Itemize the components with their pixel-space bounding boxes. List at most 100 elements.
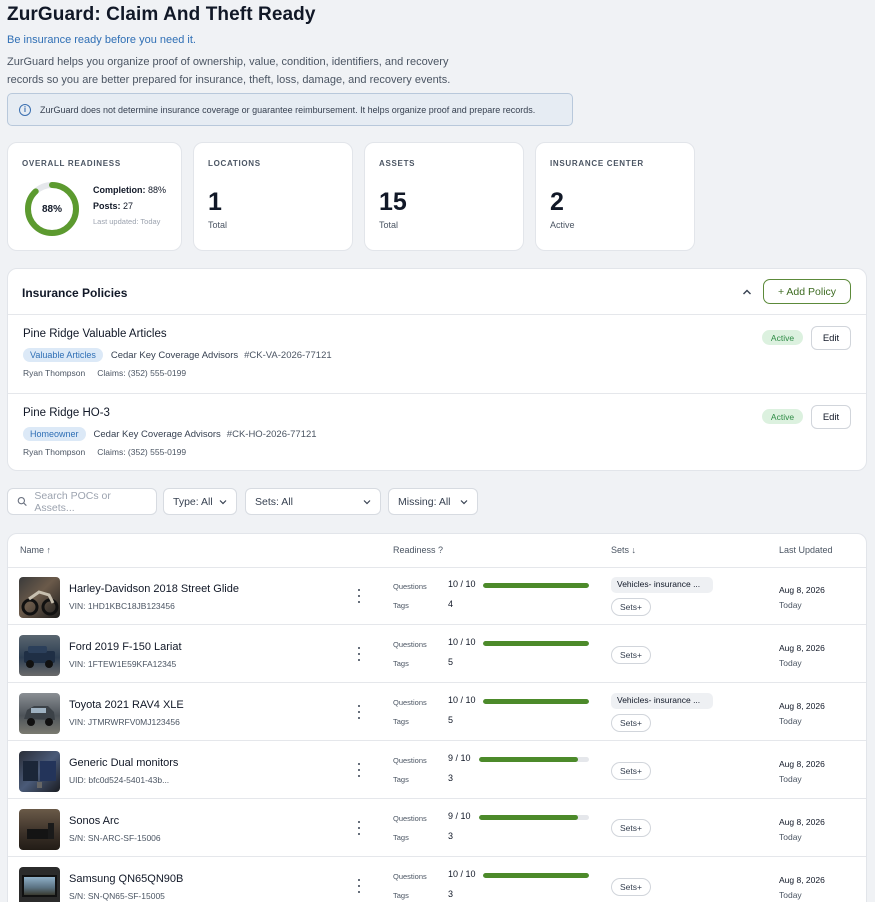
description-line: ZurGuard helps you organize proof of own… <box>7 56 449 68</box>
asset-identifier: S/N: SN-ARC-SF-15006 <box>69 833 161 843</box>
column-header-readiness[interactable]: Readiness ? <box>393 545 443 555</box>
more-options-icon[interactable] <box>354 587 364 605</box>
divider <box>8 314 866 315</box>
add-sets-button[interactable]: Sets+ <box>611 762 651 780</box>
type-filter[interactable]: Type: All <box>163 488 237 515</box>
more-options-icon[interactable] <box>354 761 364 779</box>
policy-agency: Cedar Key Coverage Advisors <box>93 428 221 440</box>
status-badge: Active <box>762 330 803 345</box>
edit-policy-button[interactable]: Edit <box>811 405 851 429</box>
tags-value: 5 <box>448 657 454 667</box>
more-options-icon[interactable] <box>354 819 364 837</box>
policy-claims-phone: Claims: (352) 555-0199 <box>97 368 187 378</box>
questions-value: 9 / 10 <box>448 811 471 821</box>
table-row[interactable]: Toyota 2021 RAV4 XLE VIN: JTMRWRFV0MJ123… <box>8 683 866 741</box>
asset-name[interactable]: Generic Dual monitors <box>69 757 178 769</box>
posts-line: Posts: 27 <box>93 201 166 211</box>
more-options-icon[interactable] <box>354 703 364 721</box>
assets-sub: Total <box>379 220 399 230</box>
sets-filter[interactable]: Sets: All <box>245 488 381 515</box>
questions-value: 10 / 10 <box>448 579 476 589</box>
questions-label: Questions <box>393 698 427 707</box>
policy-number: #CK-HO-2026-77121 <box>226 428 317 440</box>
asset-name[interactable]: Toyota 2021 RAV4 XLE <box>69 699 184 711</box>
asset-identifier: VIN: 1HD1KBC18JB123456 <box>69 601 175 611</box>
edit-policy-button[interactable]: Edit <box>811 326 851 350</box>
notice-text: ZurGuard does not determine insurance co… <box>40 104 536 115</box>
add-sets-button[interactable]: Sets+ <box>611 646 651 664</box>
chevron-down-icon <box>460 499 468 504</box>
assets-table: Name ↑ Readiness ? Sets ↓ Last Updated H… <box>7 533 867 902</box>
tags-label: Tags <box>393 775 409 784</box>
locations-count: 1 <box>208 188 222 216</box>
last-updated-date: Aug 8, 2026 <box>779 701 825 711</box>
search-input[interactable]: Search POCs or Assets... <box>7 488 157 515</box>
locations-card[interactable]: LOCATIONS 1 Total <box>193 142 353 251</box>
policy-meta: Homeowner Cedar Key Coverage Advisors #C… <box>23 427 317 441</box>
policy-number: #CK-VA-2026-77121 <box>244 349 332 361</box>
table-row[interactable]: Harley-Davidson 2018 Street Glide VIN: 1… <box>8 567 866 625</box>
search-icon <box>17 496 27 507</box>
page-header: ZurGuard: Claim And Theft Ready Be insur… <box>7 4 867 89</box>
add-policy-button[interactable]: + Add Policy <box>763 279 851 304</box>
tags-value: 3 <box>448 831 454 841</box>
policy-name: Pine Ridge HO-3 <box>23 407 110 419</box>
info-icon: i <box>19 103 31 116</box>
more-options-icon[interactable] <box>354 877 364 895</box>
questions-label: Questions <box>393 582 427 591</box>
insurance-center-card[interactable]: INSURANCE CENTER 2 Active <box>535 142 695 251</box>
completion-label: Completion: <box>93 185 146 195</box>
tags-label: Tags <box>393 601 409 610</box>
asset-thumbnail <box>19 577 60 618</box>
table-row[interactable]: Ford 2019 F-150 Lariat VIN: 1FTEW1E59KFA… <box>8 625 866 683</box>
last-updated-date: Aug 8, 2026 <box>779 759 825 769</box>
asset-name[interactable]: Samsung QN65QN90B <box>69 873 183 885</box>
asset-name[interactable]: Harley-Davidson 2018 Street Glide <box>69 583 239 595</box>
add-sets-button[interactable]: Sets+ <box>611 714 651 732</box>
locations-label: LOCATIONS <box>208 159 261 168</box>
asset-name[interactable]: Ford 2019 F-150 Lariat <box>69 641 182 653</box>
add-sets-button[interactable]: Sets+ <box>611 819 651 837</box>
assets-card[interactable]: ASSETS 15 Total <box>364 142 524 251</box>
add-sets-button[interactable]: Sets+ <box>611 598 651 616</box>
add-sets-button[interactable]: Sets+ <box>611 878 651 896</box>
readiness-bar <box>479 815 589 820</box>
questions-value: 10 / 10 <box>448 869 476 879</box>
set-chip[interactable]: Vehicles- insurance ... <box>611 577 713 593</box>
table-row[interactable]: Samsung QN65QN90B S/N: SN-QN65-SF-15005 … <box>8 857 866 902</box>
locations-sub: Total <box>208 220 228 230</box>
table-row[interactable]: Sonos Arc S/N: SN-ARC-SF-15006 Questions… <box>8 799 866 857</box>
chevron-up-icon[interactable] <box>741 286 753 298</box>
column-header-sets[interactable]: Sets ↓ <box>611 545 636 555</box>
asset-thumbnail <box>19 693 60 734</box>
table-row[interactable]: Generic Dual monitors UID: bfc0d524-5401… <box>8 741 866 799</box>
readiness-bar <box>483 873 589 878</box>
missing-filter-label: Missing: All <box>398 495 451 508</box>
column-header-name[interactable]: Name ↑ <box>20 545 51 555</box>
column-header-last-updated[interactable]: Last Updated <box>779 545 833 555</box>
questions-value: 10 / 10 <box>448 695 476 705</box>
missing-filter[interactable]: Missing: All <box>388 488 478 515</box>
asset-thumbnail <box>19 809 60 850</box>
set-chip[interactable]: Vehicles- insurance ... <box>611 693 713 709</box>
last-updated-relative: Today <box>779 716 802 726</box>
tags-value: 3 <box>448 773 454 783</box>
insurance-label: INSURANCE CENTER <box>550 159 644 168</box>
chevron-down-icon <box>219 499 227 504</box>
tags-label: Tags <box>393 659 409 668</box>
insurance-policies-panel: Insurance Policies + Add Policy Pine Rid… <box>7 268 867 471</box>
coverage-notice: i ZurGuard does not determine insurance … <box>7 93 573 126</box>
tags-label: Tags <box>393 833 409 842</box>
tags-label: Tags <box>393 891 409 900</box>
policy-agent: Ryan Thompson <box>23 368 86 378</box>
assets-count: 15 <box>379 188 407 216</box>
questions-label: Questions <box>393 872 427 881</box>
policy-contact: Ryan Thompson Claims: (352) 555-0199 <box>23 368 186 378</box>
questions-label: Questions <box>393 814 427 823</box>
policy-name: Pine Ridge Valuable Articles <box>23 328 167 340</box>
asset-name[interactable]: Sonos Arc <box>69 815 119 827</box>
more-options-icon[interactable] <box>354 645 364 663</box>
policies-heading: Insurance Policies <box>22 286 128 300</box>
page-description: ZurGuard helps you organize proof of own… <box>7 53 467 89</box>
description-line: records so you are better prepared for i… <box>7 74 451 86</box>
